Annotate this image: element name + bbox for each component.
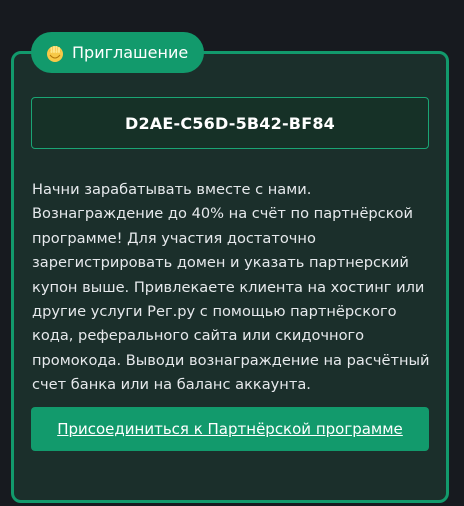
coupon-code[interactable]: D2AE-C56D-5B42-BF84 <box>125 114 335 133</box>
coupon-box[interactable]: D2AE-C56D-5B42-BF84 <box>31 97 429 149</box>
description-text: Начни зарабатывать вместе с нами. Вознаг… <box>32 181 430 394</box>
clapping-hands-icon <box>45 43 65 63</box>
join-partner-program-label[interactable]: Присоединиться к Партнёрской программе <box>57 420 403 438</box>
invitation-badge: Приглашение <box>31 32 205 73</box>
invitation-badge-label: Приглашение <box>72 43 189 62</box>
join-partner-program-button[interactable]: Присоединиться к Партнёрской программе <box>31 407 429 451</box>
page: Приглашение D2AE-C56D-5B42-BF84 Начни за… <box>0 0 464 506</box>
